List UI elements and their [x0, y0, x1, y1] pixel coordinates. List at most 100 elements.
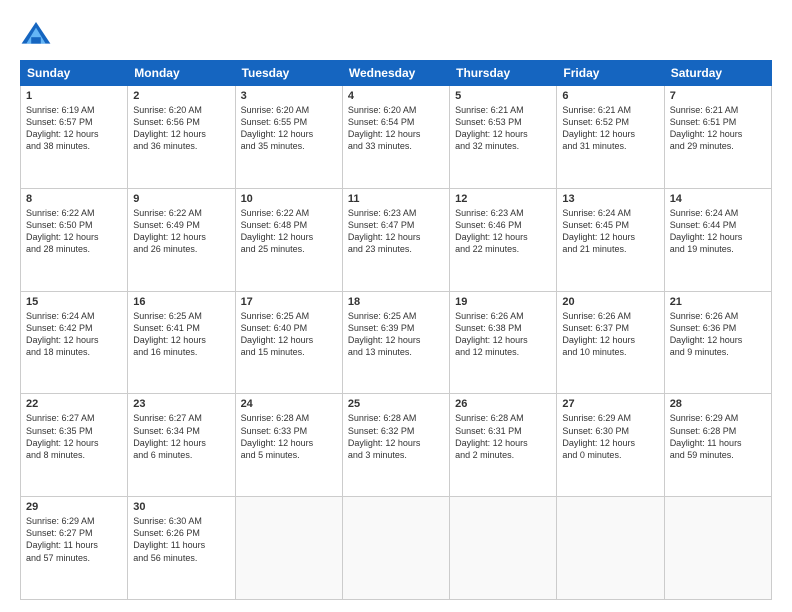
cell-info: Sunrise: 6:29 AMSunset: 6:27 PMDaylight:…	[26, 516, 98, 562]
day-number: 4	[348, 90, 444, 102]
calendar-cell	[557, 497, 664, 600]
calendar-cell	[450, 497, 557, 600]
col-header-friday: Friday	[557, 61, 664, 86]
calendar-cell: 14 Sunrise: 6:24 AMSunset: 6:44 PMDayligh…	[664, 188, 771, 291]
calendar-cell: 25 Sunrise: 6:28 AMSunset: 6:32 PMDayligh…	[342, 394, 449, 497]
calendar-cell: 10Sunrise: 6:22 AMSunset: 6:48 PMDayligh…	[235, 188, 342, 291]
calendar-week-1: 1 Sunrise: 6:19 AMSunset: 6:57 PMDaylight…	[21, 86, 772, 189]
day-number: 24	[241, 398, 337, 410]
day-number: 26	[455, 398, 551, 410]
calendar-cell	[235, 497, 342, 600]
day-number: 2	[133, 90, 229, 102]
cell-info: Sunrise: 6:24 AMSunset: 6:44 PMDaylight:…	[670, 208, 743, 254]
calendar-cell: 15 Sunrise: 6:24 AMSunset: 6:42 PMDayligh…	[21, 291, 128, 394]
col-header-saturday: Saturday	[664, 61, 771, 86]
calendar-cell	[342, 497, 449, 600]
calendar-week-2: 8Sunrise: 6:22 AMSunset: 6:50 PMDaylight…	[21, 188, 772, 291]
cell-info: Sunrise: 6:21 AMSunset: 6:53 PMDaylight:…	[455, 105, 528, 151]
calendar-cell: 22 Sunrise: 6:27 AMSunset: 6:35 PMDayligh…	[21, 394, 128, 497]
calendar-cell: 21Sunrise: 6:26 AMSunset: 6:36 PMDayligh…	[664, 291, 771, 394]
calendar-cell	[664, 497, 771, 600]
cell-info: Sunrise: 6:20 AMSunset: 6:56 PMDaylight:…	[133, 105, 206, 151]
cell-info: Sunrise: 6:21 AMSunset: 6:52 PMDaylight:…	[562, 105, 635, 151]
cell-info: Sunrise: 6:22 AMSunset: 6:50 PMDaylight:…	[26, 208, 99, 254]
cell-info: Sunrise: 6:28 AMSunset: 6:33 PMDaylight:…	[241, 413, 314, 459]
calendar-cell: 24 Sunrise: 6:28 AMSunset: 6:33 PMDayligh…	[235, 394, 342, 497]
calendar-cell: 27 Sunrise: 6:29 AMSunset: 6:30 PMDayligh…	[557, 394, 664, 497]
day-number: 25	[348, 398, 444, 410]
day-number: 14	[670, 193, 766, 205]
calendar-cell: 17 Sunrise: 6:25 AMSunset: 6:40 PMDayligh…	[235, 291, 342, 394]
cell-info: Sunrise: 6:25 AMSunset: 6:41 PMDaylight:…	[133, 311, 206, 357]
cell-info: Sunrise: 6:22 AMSunset: 6:49 PMDaylight:…	[133, 208, 206, 254]
cell-info: Sunrise: 6:25 AMSunset: 6:40 PMDaylight:…	[241, 311, 314, 357]
cell-info: Sunrise: 6:25 AMSunset: 6:39 PMDaylight:…	[348, 311, 421, 357]
day-number: 12	[455, 193, 551, 205]
calendar-cell: 1 Sunrise: 6:19 AMSunset: 6:57 PMDaylight…	[21, 86, 128, 189]
day-number: 20	[562, 296, 658, 308]
day-number: 15	[26, 296, 122, 308]
calendar-cell: 6 Sunrise: 6:21 AMSunset: 6:52 PMDaylight…	[557, 86, 664, 189]
cell-info: Sunrise: 6:28 AMSunset: 6:32 PMDaylight:…	[348, 413, 421, 459]
cell-info: Sunrise: 6:24 AMSunset: 6:45 PMDaylight:…	[562, 208, 635, 254]
day-number: 23	[133, 398, 229, 410]
cell-info: Sunrise: 6:24 AMSunset: 6:42 PMDaylight:…	[26, 311, 99, 357]
calendar-cell: 18 Sunrise: 6:25 AMSunset: 6:39 PMDayligh…	[342, 291, 449, 394]
cell-info: Sunrise: 6:30 AMSunset: 6:26 PMDaylight:…	[133, 516, 205, 562]
calendar-cell: 23 Sunrise: 6:27 AMSunset: 6:34 PMDayligh…	[128, 394, 235, 497]
cell-info: Sunrise: 6:19 AMSunset: 6:57 PMDaylight:…	[26, 105, 99, 151]
header	[20, 18, 772, 50]
day-number: 11	[348, 193, 444, 205]
cell-info: Sunrise: 6:27 AMSunset: 6:35 PMDaylight:…	[26, 413, 99, 459]
logo	[20, 18, 58, 50]
calendar-cell: 12Sunrise: 6:23 AMSunset: 6:46 PMDayligh…	[450, 188, 557, 291]
calendar-table: SundayMondayTuesdayWednesdayThursdayFrid…	[20, 60, 772, 600]
calendar-cell: 20 Sunrise: 6:26 AMSunset: 6:37 PMDayligh…	[557, 291, 664, 394]
col-header-tuesday: Tuesday	[235, 61, 342, 86]
calendar-cell: 28 Sunrise: 6:29 AMSunset: 6:28 PMDayligh…	[664, 394, 771, 497]
calendar-week-3: 15 Sunrise: 6:24 AMSunset: 6:42 PMDayligh…	[21, 291, 772, 394]
day-number: 22	[26, 398, 122, 410]
calendar-week-5: 29 Sunrise: 6:29 AMSunset: 6:27 PMDayligh…	[21, 497, 772, 600]
day-number: 9	[133, 193, 229, 205]
day-number: 17	[241, 296, 337, 308]
day-number: 3	[241, 90, 337, 102]
cell-info: Sunrise: 6:29 AMSunset: 6:28 PMDaylight:…	[670, 413, 742, 459]
calendar-cell: 8Sunrise: 6:22 AMSunset: 6:50 PMDaylight…	[21, 188, 128, 291]
cell-info: Sunrise: 6:26 AMSunset: 6:38 PMDaylight:…	[455, 311, 528, 357]
day-number: 21	[670, 296, 766, 308]
day-number: 27	[562, 398, 658, 410]
calendar-header-row: SundayMondayTuesdayWednesdayThursdayFrid…	[21, 61, 772, 86]
calendar-week-4: 22 Sunrise: 6:27 AMSunset: 6:35 PMDayligh…	[21, 394, 772, 497]
calendar-cell: 9 Sunrise: 6:22 AMSunset: 6:49 PMDaylight…	[128, 188, 235, 291]
calendar-cell: 13Sunrise: 6:24 AMSunset: 6:45 PMDayligh…	[557, 188, 664, 291]
calendar-cell: 5 Sunrise: 6:21 AMSunset: 6:53 PMDaylight…	[450, 86, 557, 189]
day-number: 5	[455, 90, 551, 102]
calendar-cell: 11 Sunrise: 6:23 AMSunset: 6:47 PMDayligh…	[342, 188, 449, 291]
day-number: 30	[133, 501, 229, 513]
calendar-cell: 4Sunrise: 6:20 AMSunset: 6:54 PMDaylight…	[342, 86, 449, 189]
col-header-monday: Monday	[128, 61, 235, 86]
day-number: 28	[670, 398, 766, 410]
cell-info: Sunrise: 6:23 AMSunset: 6:47 PMDaylight:…	[348, 208, 421, 254]
day-number: 29	[26, 501, 122, 513]
day-number: 16	[133, 296, 229, 308]
page: SundayMondayTuesdayWednesdayThursdayFrid…	[0, 0, 792, 612]
day-number: 19	[455, 296, 551, 308]
day-number: 1	[26, 90, 122, 102]
day-number: 18	[348, 296, 444, 308]
day-number: 6	[562, 90, 658, 102]
cell-info: Sunrise: 6:26 AMSunset: 6:37 PMDaylight:…	[562, 311, 635, 357]
cell-info: Sunrise: 6:28 AMSunset: 6:31 PMDaylight:…	[455, 413, 528, 459]
cell-info: Sunrise: 6:21 AMSunset: 6:51 PMDaylight:…	[670, 105, 743, 151]
col-header-thursday: Thursday	[450, 61, 557, 86]
calendar-cell: 19 Sunrise: 6:26 AMSunset: 6:38 PMDayligh…	[450, 291, 557, 394]
calendar-cell: 2 Sunrise: 6:20 AMSunset: 6:56 PMDaylight…	[128, 86, 235, 189]
cell-info: Sunrise: 6:29 AMSunset: 6:30 PMDaylight:…	[562, 413, 635, 459]
cell-info: Sunrise: 6:27 AMSunset: 6:34 PMDaylight:…	[133, 413, 206, 459]
calendar-cell: 30 Sunrise: 6:30 AMSunset: 6:26 PMDayligh…	[128, 497, 235, 600]
cell-info: Sunrise: 6:20 AMSunset: 6:55 PMDaylight:…	[241, 105, 314, 151]
calendar-cell: 3 Sunrise: 6:20 AMSunset: 6:55 PMDaylight…	[235, 86, 342, 189]
col-header-wednesday: Wednesday	[342, 61, 449, 86]
col-header-sunday: Sunday	[21, 61, 128, 86]
